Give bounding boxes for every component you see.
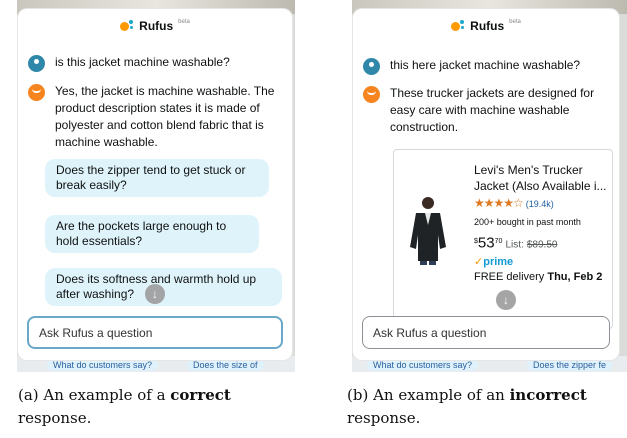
rufus-avatar-icon bbox=[363, 86, 380, 103]
user-avatar-icon bbox=[363, 58, 380, 75]
rufus-logo-icon bbox=[120, 20, 134, 32]
assistant-name: Rufus bbox=[470, 19, 505, 33]
input-placeholder: Ask Rufus a question bbox=[373, 325, 487, 340]
user-message: this here jacket machine washable? bbox=[363, 57, 613, 75]
user-message: is this jacket machine washable? bbox=[28, 54, 283, 72]
scroll-down-icon[interactable]: ↓ bbox=[145, 284, 165, 304]
rufus-chat-window: Rufus beta is this jacket machine washab… bbox=[18, 9, 292, 360]
bg-question-chip[interactable]: What do customers say? bbox=[367, 359, 479, 371]
user-avatar-icon bbox=[28, 55, 45, 72]
screenshot-panel-b: What do customers say? Does the zipper f… bbox=[352, 0, 627, 372]
delivery-date: Thu, Feb 2 bbox=[547, 270, 603, 283]
rufus-avatar-icon bbox=[28, 84, 45, 101]
bot-message: Yes, the jacket is machine washable. The… bbox=[28, 83, 290, 151]
bg-question-chip[interactable]: What do customers say? bbox=[47, 359, 159, 371]
bg-question-chip[interactable]: Does the zipper fe bbox=[527, 359, 613, 371]
delivery-info: FREE delivery Thu, Feb 2 bbox=[474, 270, 609, 284]
bought-count: 200+ bought in past month bbox=[474, 217, 581, 227]
rufus-chat-window: Rufus beta this here jacket machine wash… bbox=[353, 9, 619, 360]
bot-message-text: Yes, the jacket is machine washable. The… bbox=[55, 84, 275, 149]
rating-count[interactable]: (19.4k) bbox=[526, 199, 554, 209]
suggestion-chip[interactable]: Are the pockets large enough to hold ess… bbox=[45, 215, 259, 253]
suggestion-chip[interactable]: Does the zipper tend to get stuck or bre… bbox=[45, 159, 269, 197]
scroll-down-icon[interactable]: ↓ bbox=[496, 290, 516, 310]
bg-question-chip[interactable]: Does the size of bbox=[187, 359, 264, 371]
caption-a-keyword: correct bbox=[170, 386, 231, 404]
prime-check-icon: ✓ bbox=[474, 255, 484, 268]
price-row: $5370 List: $89.50 bbox=[474, 234, 609, 253]
price-whole: 53 bbox=[477, 234, 495, 252]
ask-rufus-input[interactable]: Ask Rufus a question bbox=[362, 316, 610, 349]
delivery-prefix: FREE delivery bbox=[474, 270, 545, 283]
beta-badge: beta bbox=[509, 19, 521, 25]
suggestion-chip[interactable]: Does its softness and warmth hold up aft… bbox=[45, 268, 282, 306]
star-rating-icon[interactable]: ★★★★☆ bbox=[474, 196, 524, 210]
assistant-name: Rufus bbox=[139, 19, 174, 33]
price-fraction: 70 bbox=[494, 238, 503, 245]
list-price-label: List: bbox=[505, 239, 524, 251]
caption-a: (a) An example of a correct response. bbox=[18, 386, 231, 427]
product-info: Levi's Men's Trucker Jacket (Also Availa… bbox=[474, 162, 609, 284]
beta-badge: beta bbox=[178, 19, 190, 25]
chat-header: Rufus beta bbox=[18, 9, 292, 43]
bot-message: These trucker jackets are designed for e… bbox=[363, 85, 613, 136]
input-placeholder: Ask Rufus a question bbox=[39, 325, 153, 340]
chat-header: Rufus beta bbox=[353, 9, 619, 43]
list-price: $89.50 bbox=[526, 239, 558, 251]
prime-badge: ✓prime bbox=[474, 255, 514, 268]
rufus-logo-icon bbox=[451, 20, 465, 32]
caption-b: (b) An example of an incorrect response. bbox=[347, 386, 587, 427]
ask-rufus-input[interactable]: Ask Rufus a question bbox=[27, 316, 283, 349]
screenshot-panel-a: What do customers say? Does the size of … bbox=[17, 0, 295, 372]
product-title-link[interactable]: Levi's Men's Trucker Jacket (Also Availa… bbox=[474, 162, 609, 194]
caption-b-keyword: incorrect bbox=[509, 386, 587, 404]
user-message-text: is this jacket machine washable? bbox=[55, 55, 230, 69]
jacket-product-image[interactable] bbox=[406, 195, 450, 265]
user-message-text: this here jacket machine washable? bbox=[390, 58, 581, 72]
bot-message-text: These trucker jackets are designed for e… bbox=[390, 86, 595, 134]
